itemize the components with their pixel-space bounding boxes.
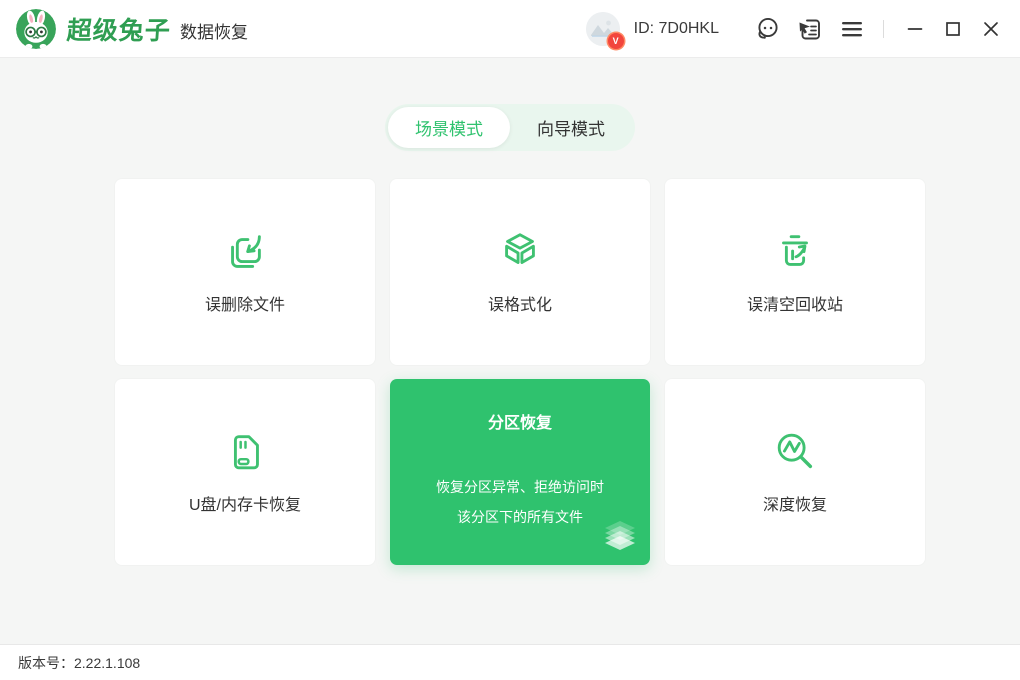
maximize-icon[interactable] <box>938 14 968 44</box>
partition-layers-icon <box>602 520 638 557</box>
tab-wizard-mode[interactable]: 向导模式 <box>510 107 632 148</box>
card-recycle-bin[interactable]: 误清空回收站 <box>665 179 925 365</box>
tab-scene-mode[interactable]: 场景模式 <box>388 107 510 148</box>
minimize-icon[interactable] <box>900 14 930 44</box>
mode-switch: 场景模式 向导模式 <box>385 104 635 151</box>
format-cube-icon <box>497 229 543 275</box>
version-label: 版本号：2.22.1.108 <box>18 654 141 671</box>
card-partition-recovery[interactable]: 分区恢复 恢复分区异常、拒绝访问时 该分区下的所有文件 <box>390 379 650 565</box>
customer-service-icon[interactable] <box>753 14 783 44</box>
card-label: 误格式化 <box>487 297 552 314</box>
file-restore-icon <box>222 229 268 275</box>
card-deep-recovery[interactable]: 深度恢复 <box>665 379 925 565</box>
card-title: 分区恢复 <box>487 415 552 432</box>
card-label: 深度恢复 <box>762 497 827 514</box>
scenario-card-grid: 误删除文件 误格式化 误清空回收站 U盘/内存卡恢复 分区恢复 恢复分区异常、拒… <box>115 179 1020 565</box>
card-label: 误删除文件 <box>204 297 285 314</box>
vip-badge: V <box>607 32 624 49</box>
close-icon[interactable] <box>976 14 1006 44</box>
card-deleted-files[interactable]: 误删除文件 <box>115 179 375 365</box>
status-bar: 版本号：2.22.1.108 <box>0 644 1020 680</box>
app-title: 超级兔子 <box>65 16 172 45</box>
card-description: 恢复分区异常、拒绝访问时 该分区下的所有文件 <box>436 479 604 525</box>
memory-card-icon <box>222 429 268 475</box>
card-label: 误清空回收站 <box>746 297 843 314</box>
card-label: U盘/内存卡恢复 <box>188 497 301 514</box>
deep-scan-icon <box>772 429 818 475</box>
titlebar: 超级兔子 数据恢复 V ID: 7D0HKL <box>0 0 1020 58</box>
app-subtitle: 数据恢复 <box>180 23 249 42</box>
card-usb-memory-card[interactable]: U盘/内存卡恢复 <box>115 379 375 565</box>
rabbit-logo-icon <box>16 8 56 49</box>
user-id: ID: 7D0HKL <box>633 19 719 37</box>
card-formatted[interactable]: 误格式化 <box>390 179 650 365</box>
avatar[interactable]: V <box>585 11 624 49</box>
main-area: 场景模式 向导模式 误删除文件 误格式化 误清空回收站 U盘/内存卡恢复 分区恢… <box>0 58 1020 644</box>
titlebar-divider <box>883 19 884 38</box>
feedback-icon[interactable] <box>795 14 825 44</box>
menu-icon[interactable] <box>837 14 867 44</box>
recycle-restore-icon <box>772 229 818 275</box>
